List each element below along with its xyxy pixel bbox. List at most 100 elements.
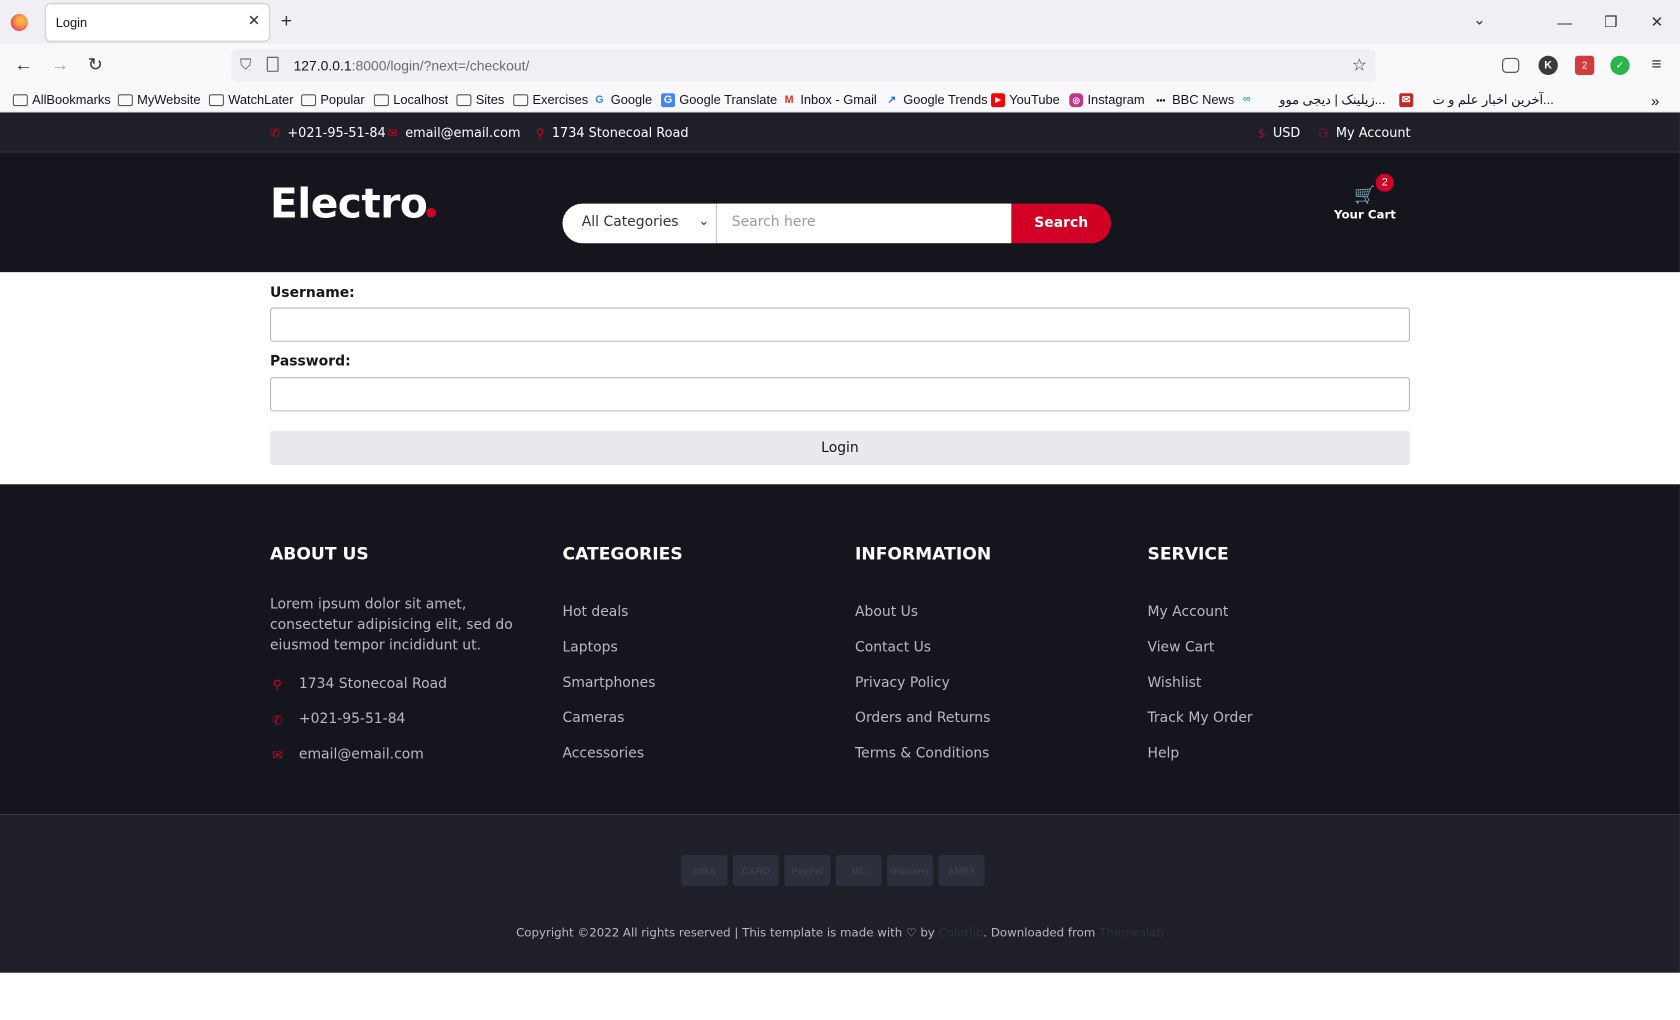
search-button[interactable]: Search: [1011, 203, 1112, 244]
new-tab-icon[interactable]: +: [281, 10, 292, 32]
folder-icon: [208, 93, 224, 106]
payment-methods: VISA CARD PayPal MC discover AMEX: [681, 854, 985, 887]
bookmark-youtube[interactable]: ▶ YouTube: [991, 92, 1060, 107]
phone-icon: ✆: [272, 711, 283, 727]
bookmark-mywebsite[interactable]: MyWebsite: [117, 92, 201, 107]
cart-button[interactable]: 🛒 Your Cart 2: [1329, 173, 1402, 225]
bookmark-google[interactable]: G Google: [592, 92, 652, 107]
bookmark-localhost[interactable]: Localhost: [373, 92, 448, 107]
page-icon: [266, 56, 279, 72]
bookmarks-overflow-icon[interactable]: »: [1651, 92, 1659, 109]
bottom-footer: VISA CARD PayPal MC discover AMEX Copyri…: [0, 814, 1680, 973]
topbar-address[interactable]: ⚲ 1734 Stonecoal Road: [536, 125, 689, 140]
bookmark-zilink[interactable]: زیلینک | دیجی موو...: [1279, 92, 1385, 107]
browser-tab-bar: Login ✕ + ⌄ — ❐ ✕: [0, 0, 1680, 44]
account-k-icon[interactable]: K: [1538, 55, 1558, 75]
instagram-icon: ◎: [1069, 92, 1084, 107]
footer-link[interactable]: Smartphones: [562, 665, 841, 700]
folder-icon: [456, 93, 472, 106]
footer-link[interactable]: View Cart: [1147, 630, 1426, 665]
dollar-icon: $: [1257, 125, 1266, 140]
translate-icon: G: [661, 92, 675, 107]
themeslab-link[interactable]: Themeslab: [1099, 926, 1164, 940]
bookmark-google-trends[interactable]: ↗ Google Trends: [885, 92, 987, 107]
google-icon: G: [595, 93, 604, 106]
footer-categories-title: CATEGORIES: [562, 543, 683, 564]
footer-link[interactable]: Contact Us: [855, 630, 1134, 665]
footer-link[interactable]: Help: [1147, 736, 1426, 771]
footer-about-title: ABOUT US: [269, 543, 369, 564]
bookmark-allbookmarks[interactable]: AllBookmarks: [12, 92, 111, 107]
footer-link[interactable]: Orders and Returns: [855, 701, 1134, 736]
bookmark-watchlater[interactable]: WatchLater: [208, 92, 293, 107]
password-label: Password:: [269, 353, 351, 370]
minimize-icon[interactable]: —: [1542, 0, 1588, 44]
back-icon[interactable]: ←: [11, 52, 37, 78]
search-input[interactable]: Search here: [716, 203, 1012, 244]
bookmark-instagram[interactable]: ◎ Instagram: [1069, 92, 1145, 107]
star-icon[interactable]: ☆: [1352, 55, 1367, 76]
category-select[interactable]: All Categories ⌄: [562, 203, 717, 244]
login-button[interactable]: Login: [269, 430, 1410, 465]
bookmark-bbc-news[interactable]: ▪▪▪ BBC News: [1154, 92, 1234, 107]
phone-icon: ✆: [269, 125, 280, 140]
youtube-icon: ▶: [991, 92, 1005, 107]
shield-check-icon[interactable]: ✓: [1610, 55, 1630, 75]
bookmark-google-translate[interactable]: G Google Translate: [661, 92, 777, 107]
reload-icon[interactable]: ↻: [82, 52, 108, 78]
footer-link[interactable]: Track My Order: [1147, 701, 1426, 736]
window-close-icon[interactable]: ✕: [1634, 0, 1680, 44]
cart-count-badge: 2: [1375, 173, 1394, 192]
browser-nav-bar: ← → ↻ ⛉ 127.0.0.1:8000/login/?next=/chec…: [0, 43, 1680, 87]
footer-link[interactable]: My Account: [1147, 595, 1426, 630]
shield-icon[interactable]: ⛉: [240, 56, 251, 74]
footer-link[interactable]: Laptops: [562, 630, 841, 665]
page-bottom: [0, 972, 1680, 1020]
footer-phone[interactable]: ✆ +021-95-51-84: [270, 702, 549, 737]
bookmark-exercises[interactable]: Exercises: [513, 92, 588, 107]
browser-tab-login[interactable]: Login ✕: [46, 4, 269, 41]
password-field[interactable]: [269, 377, 1410, 412]
username-label: Username:: [269, 284, 355, 302]
footer-link[interactable]: Hot deals: [562, 595, 841, 630]
credit-card-icon: CARD: [732, 854, 779, 887]
footer-link[interactable]: About Us: [855, 595, 1134, 630]
chevron-down-icon[interactable]: ⌄: [1473, 11, 1486, 29]
extension-icon[interactable]: 2: [1574, 55, 1595, 75]
topbar-account[interactable]: ⚇ My Account: [1318, 125, 1411, 140]
footer-email[interactable]: ✉ email@email.com: [270, 737, 549, 772]
footer-link[interactable]: Privacy Policy: [855, 665, 1134, 700]
footer-address[interactable]: ⚲ 1734 Stonecoal Road: [270, 666, 549, 701]
restore-icon[interactable]: ❐: [1588, 0, 1634, 44]
menu-icon[interactable]: ≡: [1647, 56, 1666, 75]
footer-link[interactable]: Wishlist: [1147, 665, 1426, 700]
bbc-icon: ▪▪▪: [1156, 94, 1166, 105]
folder-icon: [12, 93, 28, 106]
footer-link[interactable]: Cameras: [562, 701, 841, 736]
footer-link[interactable]: Terms & Conditions: [855, 736, 1134, 771]
close-icon[interactable]: ✕: [248, 12, 261, 30]
bookmark-popular[interactable]: Popular: [301, 92, 365, 107]
logo[interactable]: Electro: [270, 180, 428, 227]
envelope-icon: ✉: [387, 125, 398, 140]
bookmark-science-news[interactable]: ✉ آخرین اخبار علم و ت...: [1399, 92, 1554, 107]
footer-link[interactable]: Accessories: [562, 736, 841, 771]
folder-icon: [117, 93, 133, 106]
username-field[interactable]: [269, 307, 1410, 342]
bookmark-sites[interactable]: Sites: [456, 92, 504, 107]
paypal-icon: PayPal: [784, 854, 831, 887]
folder-icon: [301, 93, 317, 106]
bookmark-gmail[interactable]: M Inbox - Gmail: [782, 92, 877, 107]
url-bar[interactable]: ⛉ 127.0.0.1:8000/login/?next=/checkout/ …: [231, 49, 1376, 82]
pocket-icon[interactable]: [1502, 57, 1520, 73]
url-text[interactable]: 127.0.0.1:8000/login/?next=/checkout/: [294, 58, 530, 74]
search-form: All Categories ⌄ Search here Search: [562, 203, 1112, 244]
bookmark-link[interactable]: ∞: [1240, 92, 1254, 106]
logo-dot: [426, 207, 437, 218]
colorlib-link[interactable]: Colorlib: [939, 926, 984, 940]
topbar-currency[interactable]: $ USD: [1258, 125, 1300, 140]
topbar-phone[interactable]: ✆ +021-95-51-84: [270, 125, 386, 140]
forward-icon[interactable]: →: [47, 52, 73, 78]
mastercard-icon: MC: [835, 854, 882, 887]
topbar-email[interactable]: ✉ email@email.com: [388, 125, 521, 140]
